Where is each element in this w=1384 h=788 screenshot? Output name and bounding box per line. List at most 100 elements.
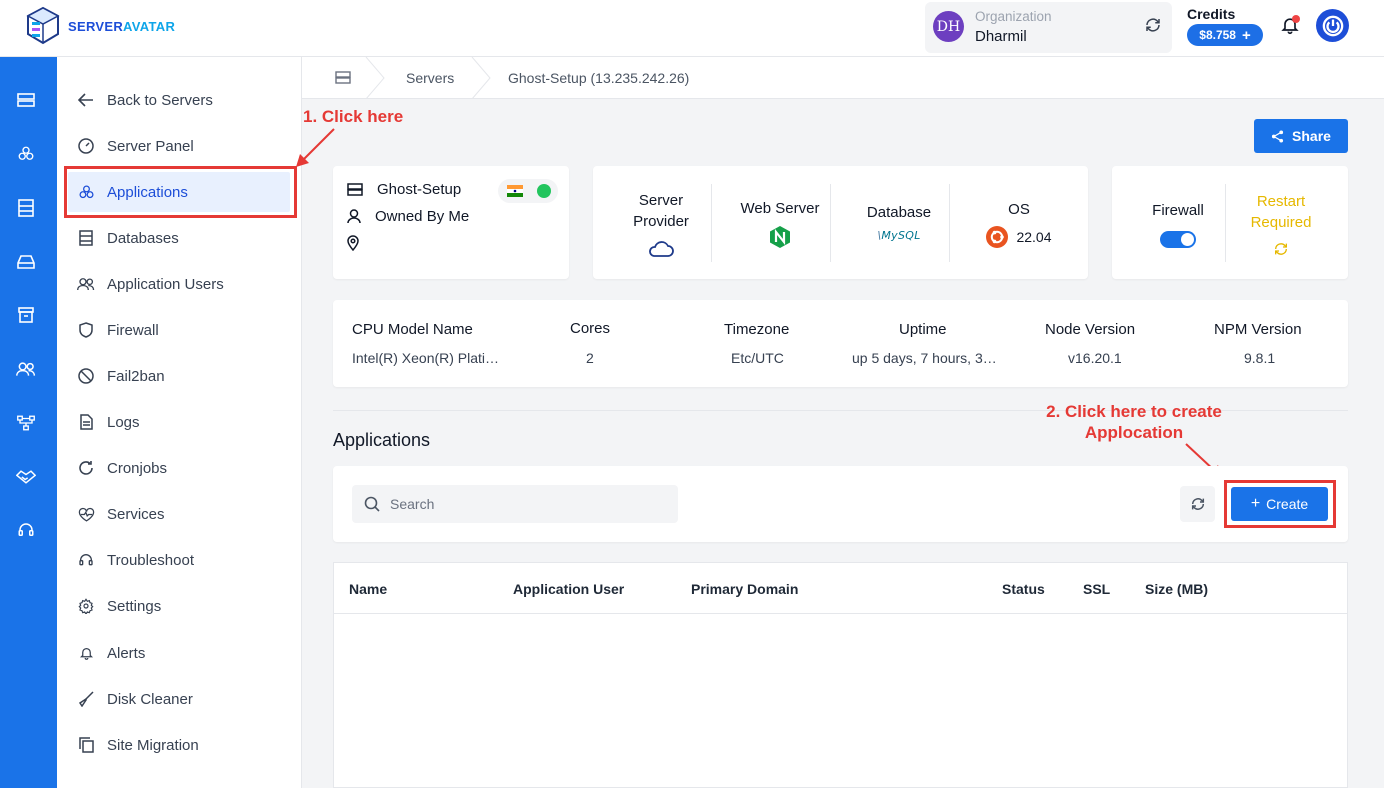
server-name-row: Ghost-Setup (347, 181, 461, 198)
share-label: Share (1292, 128, 1331, 144)
column-header-size[interactable]: Size (MB) (1145, 581, 1208, 597)
sidebar-item-databases[interactable]: Databases (57, 218, 302, 258)
add-credits-button[interactable]: $8.758 + (1187, 24, 1263, 46)
uptime-value: up 5 days, 7 hours, 3… (852, 350, 997, 366)
cores-value: 2 (586, 350, 594, 366)
archive-nav-icon[interactable] (16, 305, 36, 325)
ubuntu-icon (986, 226, 1009, 248)
column-header-ssl[interactable]: SSL (1083, 581, 1110, 597)
applications-table: Name Application User Primary Domain Sta… (333, 562, 1348, 788)
column-header-name[interactable]: Name (349, 581, 387, 597)
breadcrumb-separator (365, 57, 385, 99)
sidebar-item-firewall[interactable]: Firewall (57, 310, 302, 350)
column-header-primary-domain[interactable]: Primary Domain (691, 581, 798, 597)
firewall-status: Firewall (1132, 166, 1224, 281)
sidebar-item-label: Troubleshoot (107, 551, 194, 569)
server-stack-card: Server Provider Web Server Database \MyS… (593, 166, 1088, 279)
cron-icon (77, 459, 95, 477)
file-icon (77, 413, 95, 431)
annotation-step-2-line-1: 2. Click here to create (1046, 402, 1222, 421)
arrow-left-icon (77, 91, 95, 109)
breadcrumb: Servers Ghost-Setup (13.235.242.26) (302, 57, 1384, 99)
logo[interactable]: SERVERAVATAR (24, 6, 175, 46)
user-icon (347, 209, 361, 224)
integrations-nav-icon[interactable] (16, 413, 36, 433)
divider (830, 184, 831, 262)
sidebar-item-alerts[interactable]: Alerts (57, 633, 302, 673)
os-label: OS (1008, 201, 1030, 218)
online-status-dot (537, 184, 551, 198)
switch-org-icon[interactable] (1144, 16, 1162, 34)
restart-icon[interactable] (1273, 241, 1289, 257)
sidebar-item-label: Alerts (107, 644, 146, 662)
heartbeat-icon (77, 505, 95, 523)
annotation-highlight-applications (64, 166, 297, 218)
sidebar-item-label: Services (107, 505, 165, 523)
cores-label: Cores (570, 320, 611, 337)
sidebar-item-logs[interactable]: Logs (57, 402, 302, 442)
main-nav-rail (0, 57, 57, 788)
os-version: 22.04 (1016, 228, 1052, 245)
sidebar-item-site-migration[interactable]: Site Migration (57, 725, 302, 765)
search-icon (364, 496, 380, 512)
sidebar-item-label: Application Users (107, 275, 224, 293)
brand-name: SERVERAVATAR (68, 18, 176, 34)
credits-label: Credits (1187, 6, 1236, 22)
sidebar-item-troubleshoot[interactable]: Troubleshoot (57, 540, 302, 580)
support-nav-icon[interactable] (16, 520, 36, 540)
databases-nav-icon[interactable] (16, 198, 36, 218)
server-owner: Owned By Me (375, 208, 470, 225)
broom-icon (77, 690, 95, 708)
storage-nav-icon[interactable] (16, 252, 36, 272)
servers-nav-icon[interactable] (16, 90, 36, 110)
ban-icon (77, 367, 95, 385)
timezone-value: Etc/UTC (731, 350, 784, 366)
sidebar-item-label: Site Migration (107, 736, 199, 754)
applications-heading: Applications (333, 430, 431, 450)
server-provider: Server Provider (615, 166, 707, 281)
team-nav-icon[interactable] (16, 359, 36, 379)
partner-nav-icon[interactable] (16, 467, 36, 487)
copy-icon (77, 736, 95, 754)
sidebar-item-cronjobs[interactable]: Cronjobs (57, 448, 302, 488)
sidebar-item-server-panel[interactable]: Server Panel (57, 126, 302, 166)
table-header: Name Application User Primary Domain Sta… (334, 563, 1347, 614)
sidebar-item-settings[interactable]: Settings (57, 586, 302, 626)
sidebar-item-label: Cronjobs (107, 459, 168, 477)
server-rack-icon[interactable] (335, 71, 351, 84)
annotation-step-2: 2. Click here to create Applocation (1046, 401, 1222, 443)
sidebar-item-label: Databases (107, 229, 179, 247)
npm-version-label: NPM Version (1214, 321, 1302, 338)
sidebar-item-back-to-servers[interactable]: Back to Servers (57, 80, 302, 120)
breadcrumb-current: Ghost-Setup (13.235.242.26) (508, 70, 690, 86)
node-version-value: v16.20.1 (1068, 350, 1122, 366)
sidebar-item-label: Server Panel (107, 137, 194, 155)
restart-status: Restart Required (1235, 166, 1327, 281)
nginx-icon (770, 226, 790, 248)
breadcrumb-servers[interactable]: Servers (406, 70, 454, 86)
server-icon (347, 183, 363, 196)
sidebar-item-services[interactable]: Services (57, 494, 302, 534)
firewall-toggle[interactable] (1160, 230, 1196, 248)
annotation-highlight-create (1224, 480, 1336, 528)
search-input[interactable] (352, 485, 678, 523)
timezone-label: Timezone (724, 321, 790, 338)
organization-switcher[interactable]: DH Organization Dharmil (925, 2, 1172, 53)
sidebar-item-application-users[interactable]: Application Users (57, 264, 302, 304)
share-button[interactable]: Share (1254, 119, 1348, 153)
sidebar-item-label: Fail2ban (107, 367, 165, 385)
divider (949, 184, 950, 262)
sidebar-item-disk-cleaner[interactable]: Disk Cleaner (57, 679, 302, 719)
applications-toolbar: + Create (333, 466, 1348, 542)
column-header-status[interactable]: Status (1002, 581, 1045, 597)
apps-nav-icon[interactable] (16, 144, 36, 164)
user-avatar[interactable] (1316, 9, 1349, 42)
breadcrumb-separator (471, 57, 491, 99)
database: Database \MySQL (849, 166, 949, 281)
share-icon (1271, 129, 1284, 143)
sidebar-item-fail2ban[interactable]: Fail2ban (57, 356, 302, 396)
refresh-button[interactable] (1180, 486, 1215, 522)
column-header-application-user[interactable]: Application User (513, 581, 624, 597)
headset-icon (77, 551, 95, 569)
org-name: Dharmil (975, 28, 1027, 45)
